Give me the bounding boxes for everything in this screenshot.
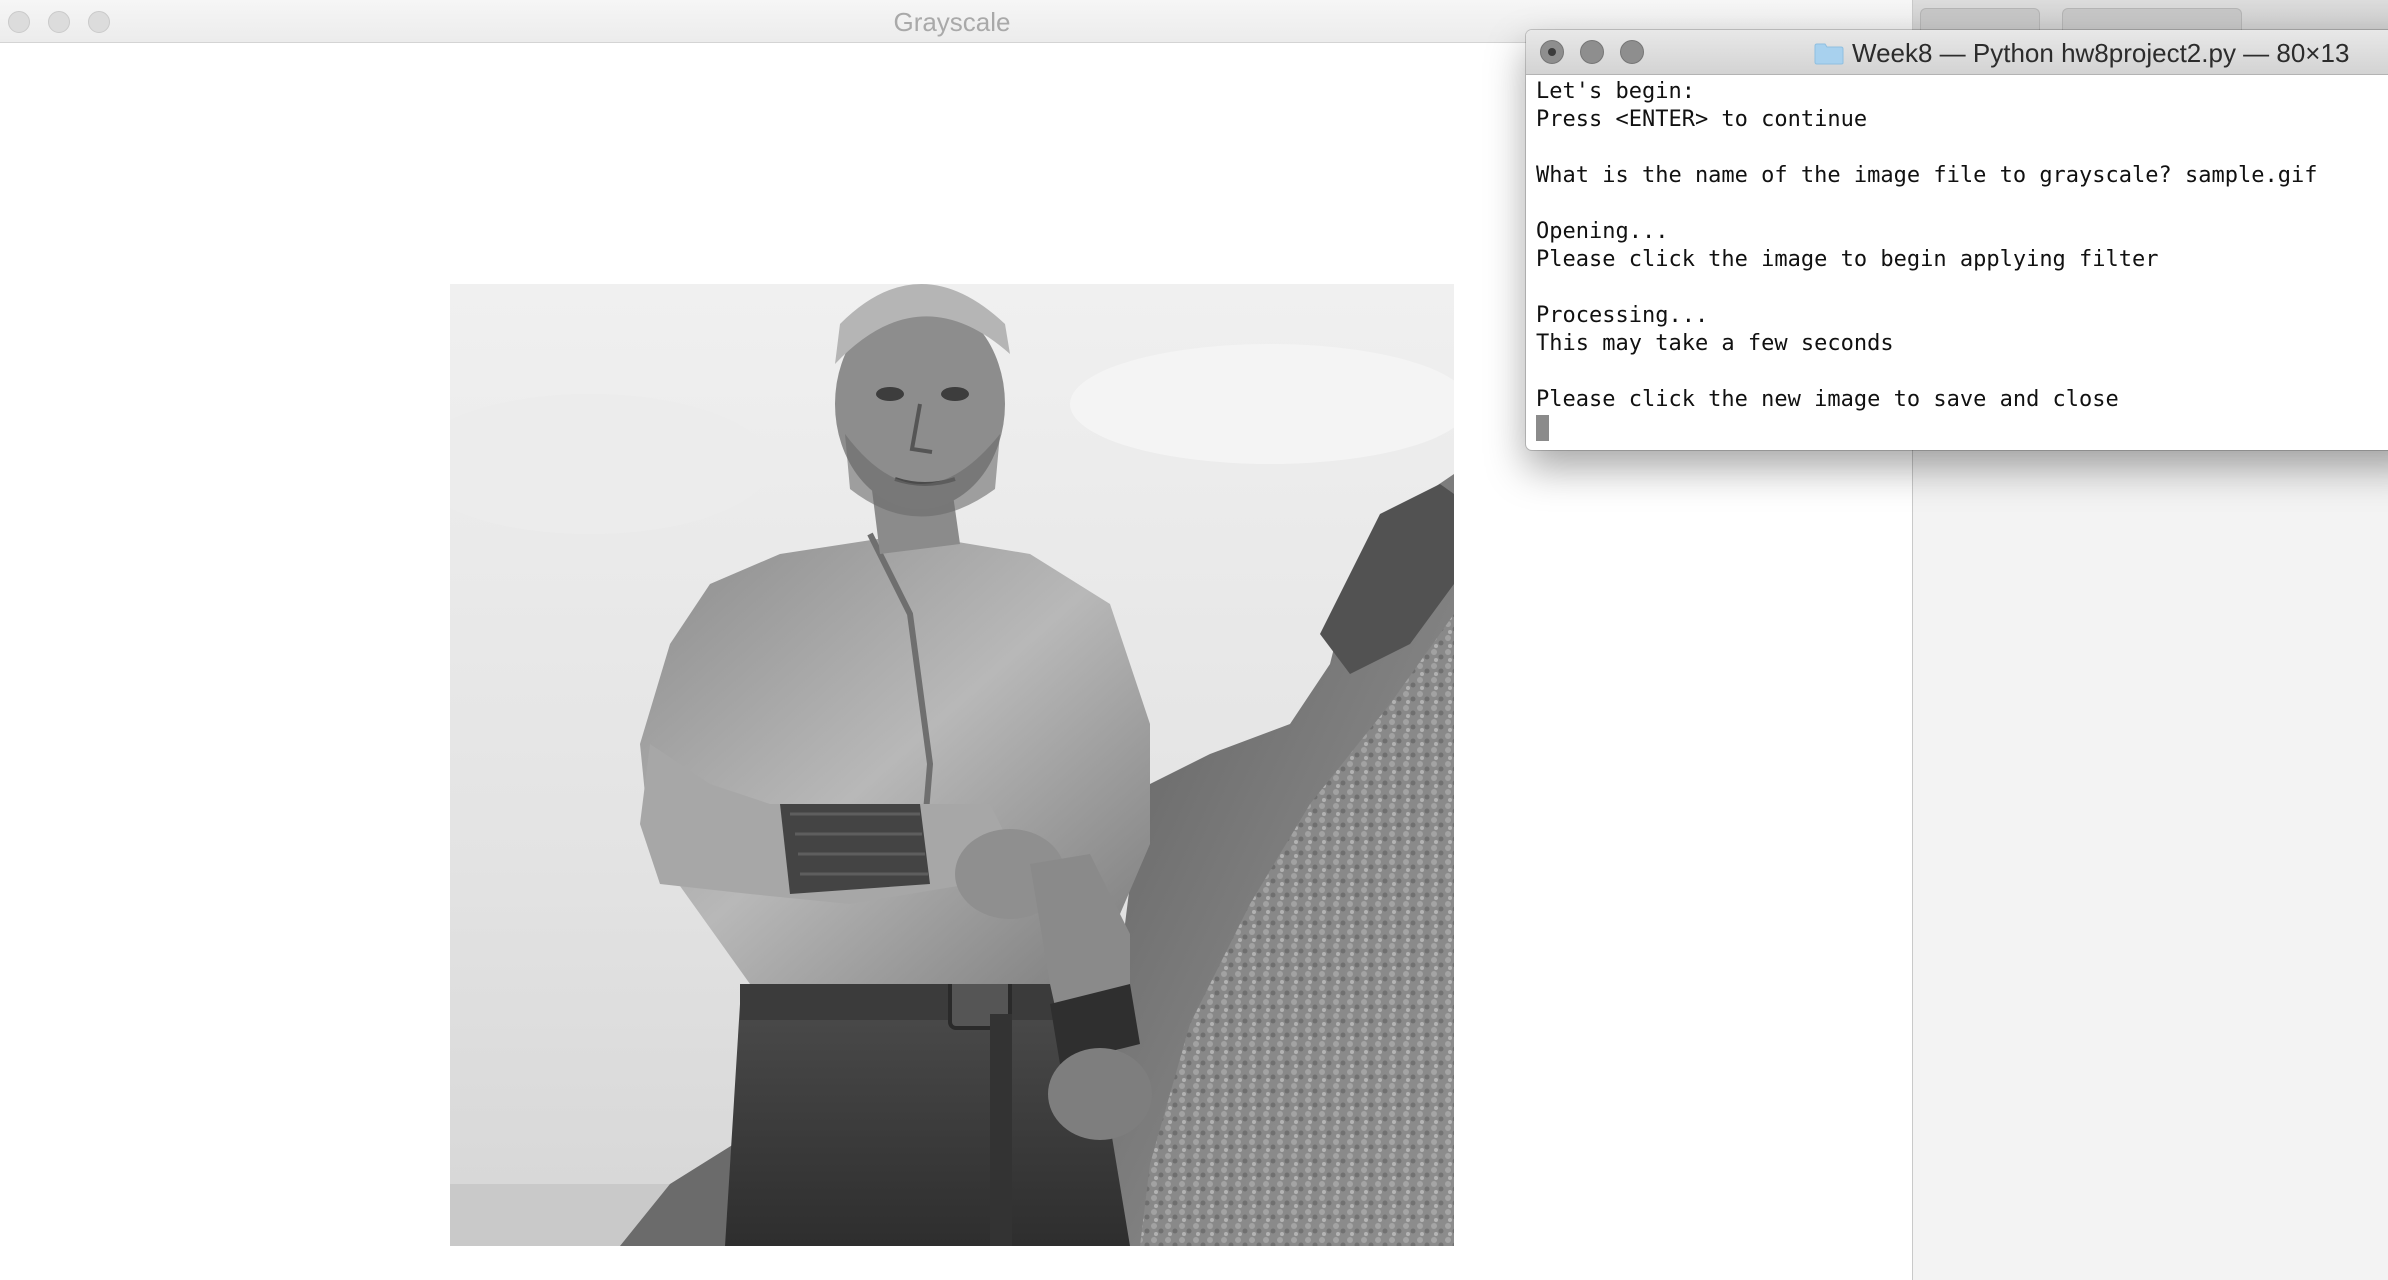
text-cursor [1536, 415, 1549, 441]
desktop: Grayscale Week8 — Python hw8project2.py … [0, 0, 2388, 1280]
grayscale-photo[interactable] [450, 284, 1454, 1246]
terminal-window[interactable]: Week8 — Python hw8project2.py — 80×13 Le… [1526, 30, 2388, 450]
background-tab[interactable] [2062, 8, 2242, 31]
terminal-line: Opening... [1536, 219, 1669, 244]
terminal-title: Week8 — Python hw8project2.py — 80×13 [1852, 38, 2350, 68]
minimize-icon[interactable] [1580, 40, 1604, 64]
terminal-line: Let's begin: [1536, 79, 1695, 104]
close-icon[interactable] [1540, 40, 1564, 64]
grayscale-photo-icon [450, 284, 1454, 1246]
terminal-line: What is the name of the image file to gr… [1536, 163, 2318, 188]
background-tab[interactable] [1920, 8, 2040, 31]
terminal-line: Please click the new image to save and c… [1536, 387, 2119, 412]
terminal-line: This may take a few seconds [1536, 331, 1894, 356]
terminal-line: Please click the image to begin applying… [1536, 247, 2159, 272]
background-window-tabbar [1912, 0, 2388, 31]
terminal-output[interactable]: Let's begin: Press <ENTER> to continue W… [1536, 78, 2388, 442]
folder-icon [1814, 43, 1844, 65]
zoom-icon[interactable] [1620, 40, 1644, 64]
terminal-line: Press <ENTER> to continue [1536, 107, 1868, 132]
terminal-line: Processing... [1536, 303, 1709, 328]
terminal-input-line[interactable] [1536, 414, 2388, 442]
terminal-titlebar[interactable]: Week8 — Python hw8project2.py — 80×13 [1526, 30, 2388, 75]
